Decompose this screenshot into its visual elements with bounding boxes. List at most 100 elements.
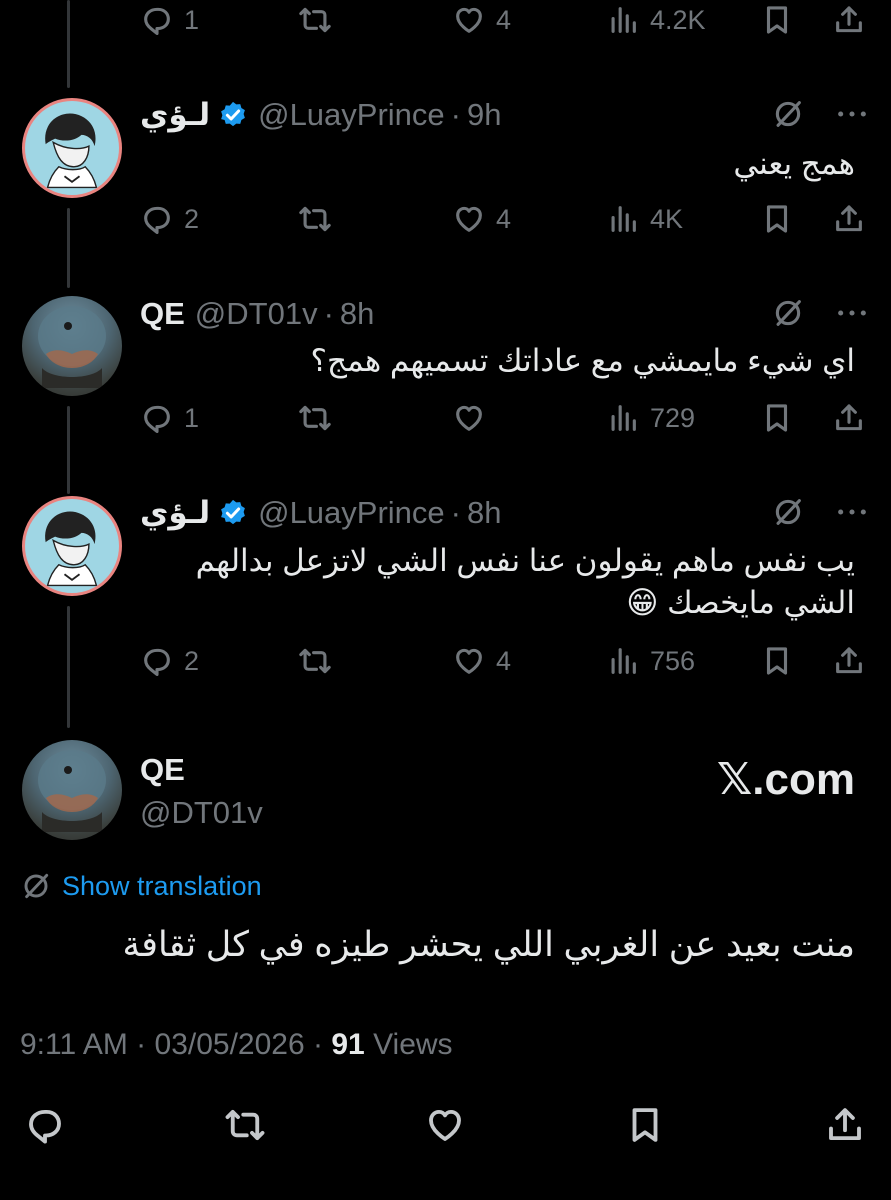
display-name[interactable]: لـؤي [140,495,210,531]
timestamp[interactable]: 8h [340,296,374,332]
repost-button[interactable] [298,3,332,37]
tweet-time[interactable]: 9:11 AM [20,1028,128,1061]
thread-line [67,406,70,494]
bookmark-button[interactable] [760,401,794,435]
verified-badge-icon [221,499,245,525]
handle[interactable]: @LuayPrince [258,495,445,531]
tweet-text-line-2: الشي مايخصك 😁 [626,585,855,620]
share-icon [836,205,862,232]
reply-icon[interactable] [24,1104,66,1146]
share-button[interactable] [832,3,866,37]
views-button[interactable]: 756 [606,644,695,678]
display-name[interactable]: QE [140,296,185,332]
tweet-text: همج يعني [733,146,855,181]
views-count: 91 [331,1028,365,1061]
views-icon [611,206,636,232]
share-icon [836,6,862,33]
reply-button[interactable]: 2 [140,644,199,678]
translate-icon[interactable] [771,495,805,529]
avatar[interactable] [22,740,122,840]
thread-line [67,606,70,728]
like-button[interactable]: 4 [452,644,511,678]
views-icon [611,648,636,674]
heart-icon[interactable] [424,1104,466,1146]
bookmark-icon [766,6,788,34]
share-button[interactable] [832,401,866,435]
like-button[interactable] [452,401,486,435]
tweet-text-line-1: يب نفس ماهم يقولون عنا نفس الشي لاتزعل ب… [195,543,855,578]
show-translation-link[interactable]: Show translation [20,870,262,902]
reply-icon [144,206,170,235]
share-icon [836,647,862,674]
tweet-text: اي شيء مايمشي مع عاداتك تسميهم همج؟ [310,343,855,378]
heart-icon [456,648,482,674]
like-count: 4 [496,4,512,35]
views-icon [611,7,636,33]
reply-button[interactable]: 1 [140,401,199,435]
timestamp[interactable]: 8h [467,495,501,531]
share-icon[interactable] [824,1104,866,1146]
separator-dot: · [450,97,461,132]
timestamp[interactable]: 9h [467,97,501,133]
like-button[interactable]: 4 [452,202,511,236]
share-button[interactable] [832,202,866,236]
display-name[interactable]: QE [140,752,185,788]
handle[interactable]: @LuayPrince [258,97,445,133]
avatar[interactable] [22,296,122,396]
tweet-date[interactable]: 03/05/2026 [155,1028,305,1061]
source-label: 𝕏.com [716,755,855,804]
separator-dot: · [304,1028,332,1061]
bookmark-button[interactable] [760,202,794,236]
display-name[interactable]: لـؤي [140,97,210,133]
thread-line-top [67,0,70,88]
repost-button[interactable] [298,644,332,678]
verified-badge-icon [221,101,245,127]
tweet-meta: 9:11 AM · 03/05/2026 · 91 Views [20,1028,453,1062]
views-count: 729 [650,402,696,433]
reply-count: 1 [184,402,200,433]
reply-icon [144,405,170,434]
more-icon[interactable] [835,495,869,529]
translate-icon[interactable] [771,296,805,330]
repost-icon [299,206,331,232]
reply-button[interactable]: 1 [140,3,199,37]
avatar-photo [38,750,106,832]
views-count: 4.2K [650,4,706,35]
thread-line [67,208,70,288]
more-icon[interactable] [835,97,869,131]
like-count: 4 [496,645,512,676]
share-button[interactable] [832,644,866,678]
handle[interactable]: @DT01v [195,296,318,332]
views-count: 756 [650,645,696,676]
views-button[interactable]: 4K [606,202,683,236]
bookmark-icon[interactable] [624,1104,666,1146]
reply-count: 1 [184,4,200,35]
bookmark-icon [766,205,788,233]
views-button[interactable]: 729 [606,401,695,435]
heart-icon [456,405,482,431]
repost-icon[interactable] [224,1104,266,1146]
handle[interactable]: @DT01v [140,795,263,831]
reply-count: 2 [184,645,200,676]
avatar[interactable] [22,98,122,198]
heart-icon [456,7,482,33]
separator-dot: · [450,495,461,530]
views-icon [611,405,636,431]
separator-dot: · [323,296,334,331]
bookmark-button[interactable] [760,3,794,37]
show-translation-label: Show translation [62,870,262,901]
translate-icon [24,873,49,899]
repost-icon [299,7,331,33]
like-button[interactable]: 4 [452,3,511,37]
bookmark-button[interactable] [760,644,794,678]
avatar[interactable] [22,496,122,596]
translate-icon[interactable] [771,97,805,131]
more-icon[interactable] [835,296,869,330]
avatar-photo [38,306,106,388]
repost-button[interactable] [298,401,332,435]
reply-button[interactable]: 2 [140,202,199,236]
main-tweet-text: منت بعيد عن الغربي اللي يحشر طيزه في كل … [122,925,855,964]
tweet-header: QE @DT01v · 8h [140,294,374,334]
views-button[interactable]: 4.2K [606,3,706,37]
repost-button[interactable] [298,202,332,236]
